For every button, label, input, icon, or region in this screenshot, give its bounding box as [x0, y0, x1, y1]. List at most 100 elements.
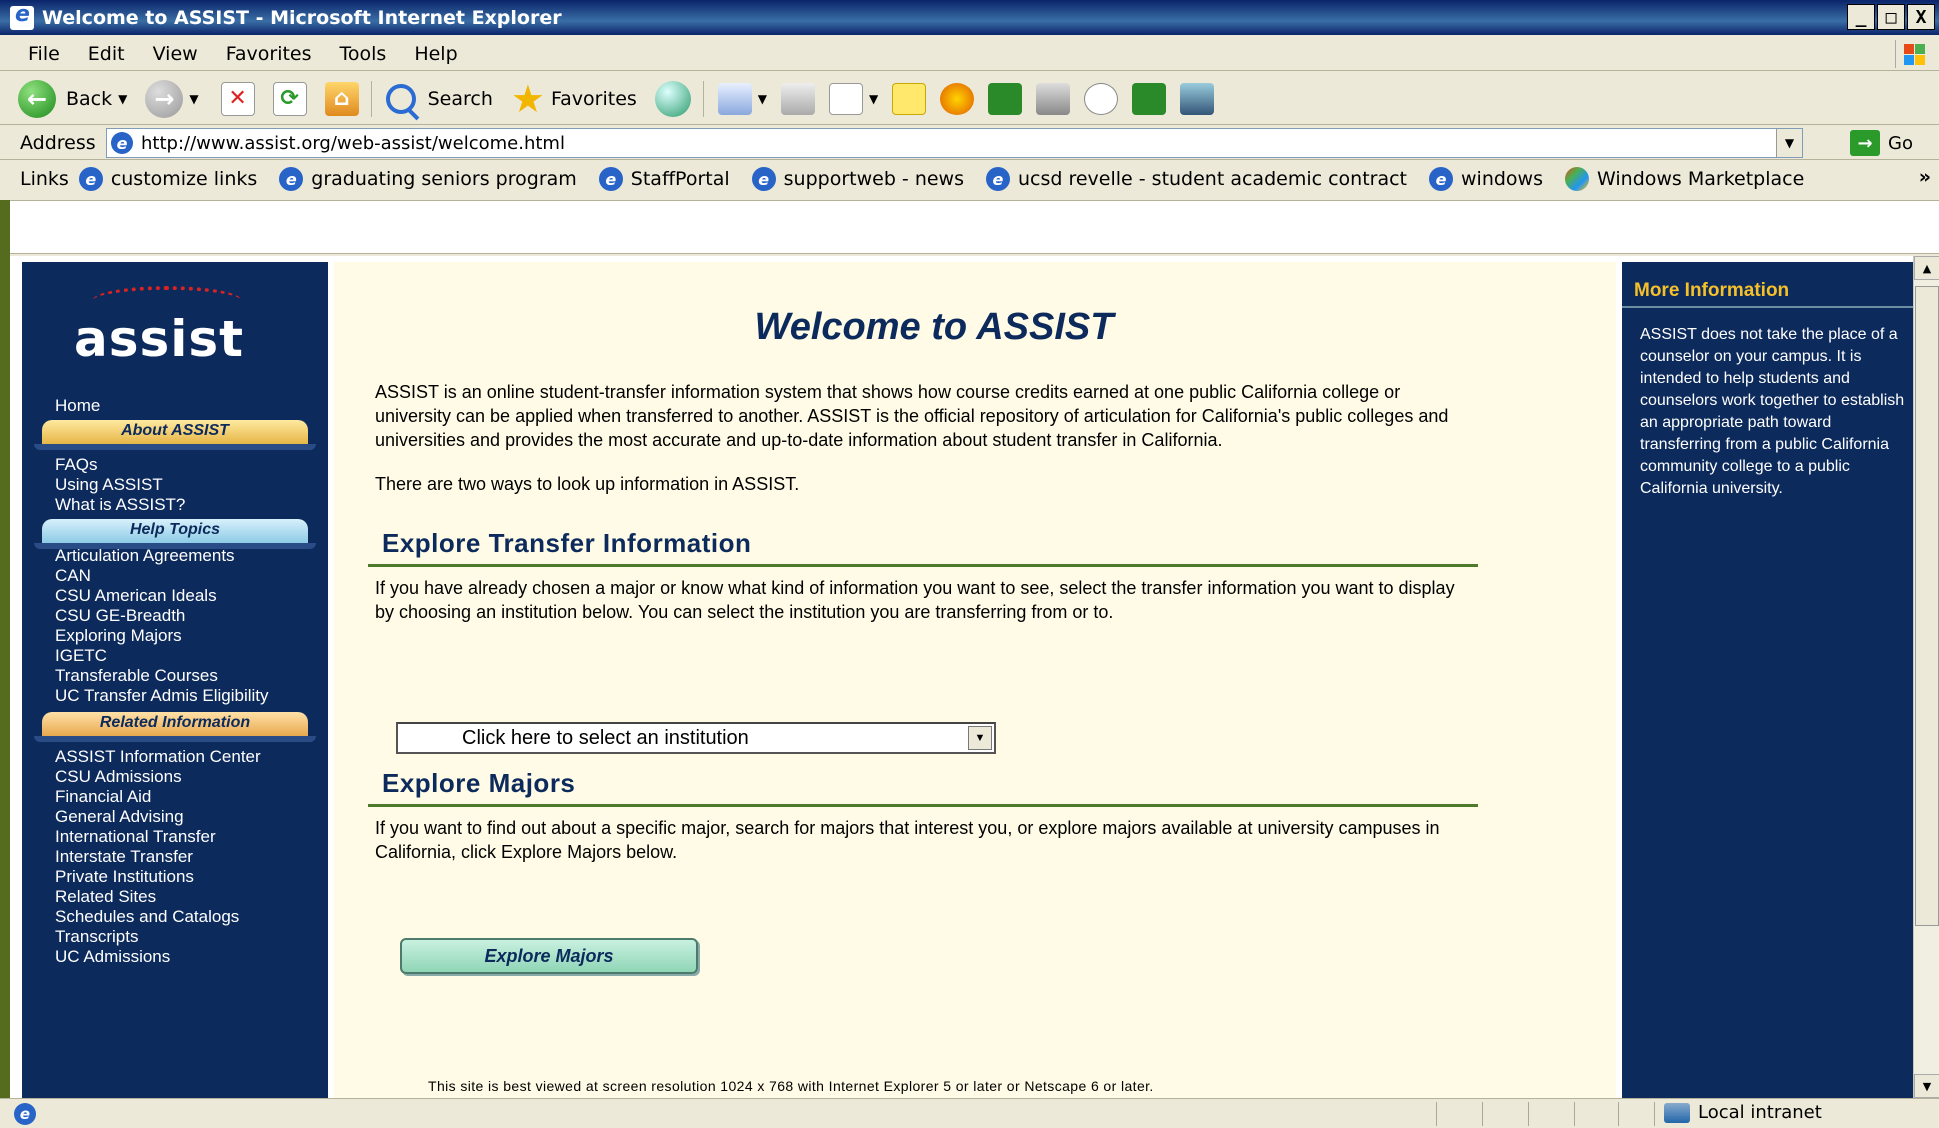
search-label: Search: [427, 87, 493, 110]
nav-transferable-courses[interactable]: Transferable Courses: [55, 666, 218, 686]
go-button[interactable]: → Go: [1850, 130, 1913, 156]
nav-csu-admissions[interactable]: CSU Admissions: [55, 767, 182, 787]
nav-general-advising[interactable]: General Advising: [55, 807, 184, 827]
institution-select[interactable]: Click here to select an institution ▼: [396, 722, 996, 754]
nav-can[interactable]: CAN: [55, 566, 91, 586]
refresh-icon[interactable]: ⟳: [272, 81, 307, 116]
edit-dropdown-icon[interactable]: ▼: [869, 92, 878, 106]
menu-file[interactable]: File: [14, 43, 74, 65]
status-bar: e Local intranet: [0, 1098, 1939, 1128]
icq-icon[interactable]: [1132, 82, 1167, 115]
explore-majors-button[interactable]: Explore Majors: [400, 938, 698, 974]
research-icon[interactable]: [1036, 82, 1071, 115]
media-icon[interactable]: [654, 80, 691, 117]
user-icon[interactable]: [1084, 82, 1119, 115]
ie-icon: [10, 2, 34, 30]
nav-csu-ge-breadth[interactable]: CSU GE-Breadth: [55, 606, 185, 626]
nav-csu-american-ideals[interactable]: CSU American Ideals: [55, 586, 217, 606]
link-ucsd-revelle[interactable]: e ucsd revelle - student academic contrac…: [985, 167, 1407, 191]
link-customize-links[interactable]: e customize links: [78, 167, 257, 191]
note-icon[interactable]: [892, 82, 927, 115]
explore-transfer-heading: Explore Transfer Information: [382, 528, 752, 558]
messenger-smiley-icon[interactable]: [940, 82, 975, 115]
nav-interstate-transfer[interactable]: Interstate Transfer: [55, 847, 193, 867]
address-dropdown-icon[interactable]: ▼: [1776, 129, 1802, 157]
scroll-up-icon[interactable]: ▲: [1914, 256, 1939, 280]
address-url[interactable]: http://www.assist.org/web-assist/welcome…: [141, 133, 565, 154]
assist-logo[interactable]: assist: [74, 310, 244, 368]
windows-flag-icon: [1565, 167, 1589, 191]
minimize-button[interactable]: _: [1847, 4, 1875, 30]
stop-icon[interactable]: ✕: [220, 81, 255, 116]
forward-button[interactable]: → ▼: [145, 79, 199, 118]
status-divider: [1618, 1102, 1619, 1126]
print-icon[interactable]: [781, 82, 816, 115]
page-status-icon: e: [14, 1103, 36, 1125]
institution-select-value: Click here to select an institution: [462, 726, 749, 749]
link-staffportal[interactable]: e StaffPortal: [598, 167, 730, 191]
page-icon: e: [78, 167, 103, 191]
intro-paragraph: ASSIST is an online student-transfer inf…: [375, 382, 1449, 450]
nav-schedules-and-catalogs[interactable]: Schedules and Catalogs: [55, 907, 239, 927]
nav-assist-information-center[interactable]: ASSIST Information Center: [55, 747, 261, 767]
back-button[interactable]: ← Back ▼: [18, 79, 127, 118]
link-windows[interactable]: e windows: [1429, 167, 1543, 191]
nav-private-institutions[interactable]: Private Institutions: [55, 867, 194, 887]
window-title: Welcome to ASSIST - Microsoft Internet E…: [42, 6, 562, 29]
home-icon[interactable]: ⌂: [324, 81, 359, 116]
status-divider: [1574, 1102, 1575, 1126]
link-graduating-seniors[interactable]: e graduating seniors program: [279, 167, 577, 191]
menu-view[interactable]: View: [139, 43, 212, 65]
window-controls: _ □ X: [1847, 4, 1935, 30]
mail-icon[interactable]: [717, 82, 752, 115]
nav-uc-admissions[interactable]: UC Admissions: [55, 947, 170, 967]
address-input[interactable]: e http://www.assist.org/web-assist/welco…: [106, 128, 1803, 158]
nav-home[interactable]: Home: [55, 396, 100, 416]
explore-majors-text: If you want to find out about a specific…: [375, 818, 1440, 862]
scroll-down-icon[interactable]: ▼: [1914, 1074, 1939, 1098]
link-label: Windows Marketplace: [1597, 168, 1805, 190]
nav-using-assist[interactable]: Using ASSIST: [55, 475, 163, 495]
link-windows-marketplace[interactable]: Windows Marketplace: [1565, 167, 1804, 191]
menu-favorites[interactable]: Favorites: [212, 43, 326, 65]
links-more-chevron[interactable]: »: [1919, 166, 1931, 188]
nav-what-is-assist[interactable]: What is ASSIST?: [55, 495, 185, 515]
forward-dropdown-icon[interactable]: ▼: [189, 92, 198, 106]
nav-igetc[interactable]: IGETC: [55, 646, 107, 666]
icq-pro-icon[interactable]: [988, 82, 1023, 115]
search-icon: [385, 83, 416, 114]
chevron-down-icon[interactable]: ▼: [968, 726, 992, 750]
windows-logo-icon: [1895, 40, 1929, 68]
link-supportweb-news[interactable]: e supportweb - news: [751, 167, 964, 191]
back-dropdown-icon[interactable]: ▼: [118, 92, 127, 106]
nav-related-sites[interactable]: Related Sites: [55, 887, 156, 907]
nav-transcripts[interactable]: Transcripts: [55, 927, 138, 947]
people-icon[interactable]: [1180, 82, 1215, 115]
section-divider: [368, 564, 1478, 567]
search-button[interactable]: Search: [385, 83, 493, 114]
restore-button[interactable]: □: [1877, 4, 1905, 30]
scroll-thumb[interactable]: [1915, 286, 1939, 926]
edit-word-icon[interactable]: [829, 82, 864, 115]
nav-international-transfer[interactable]: International Transfer: [55, 827, 216, 847]
status-divider: [1436, 1102, 1437, 1126]
mail-dropdown-icon[interactable]: ▼: [758, 92, 767, 106]
back-arrow-icon: ←: [18, 79, 56, 118]
links-bar: Links e customize links e graduating senio…: [0, 162, 1939, 196]
go-label: Go: [1888, 132, 1913, 154]
nav-articulation-agreements[interactable]: Articulation Agreements: [55, 546, 235, 566]
menu-edit[interactable]: Edit: [74, 43, 139, 65]
links-label: Links: [20, 168, 69, 190]
nav-exploring-majors[interactable]: Exploring Majors: [55, 626, 182, 646]
nav-faqs[interactable]: FAQs: [55, 455, 98, 475]
page-icon: e: [279, 167, 304, 191]
browser-window: Welcome to ASSIST - Microsoft Internet E…: [0, 0, 1939, 1128]
favorites-button[interactable]: ★ Favorites: [511, 80, 637, 118]
close-button[interactable]: X: [1907, 4, 1935, 30]
menu-help[interactable]: Help: [400, 43, 471, 65]
vertical-scrollbar[interactable]: ▲ ▼: [1913, 256, 1939, 1098]
nav-financial-aid[interactable]: Financial Aid: [55, 787, 151, 807]
title-bar: Welcome to ASSIST - Microsoft Internet E…: [0, 0, 1939, 35]
nav-uc-transfer-admis-eligibility[interactable]: UC Transfer Admis Eligibility: [55, 686, 269, 706]
menu-tools[interactable]: Tools: [326, 43, 401, 65]
